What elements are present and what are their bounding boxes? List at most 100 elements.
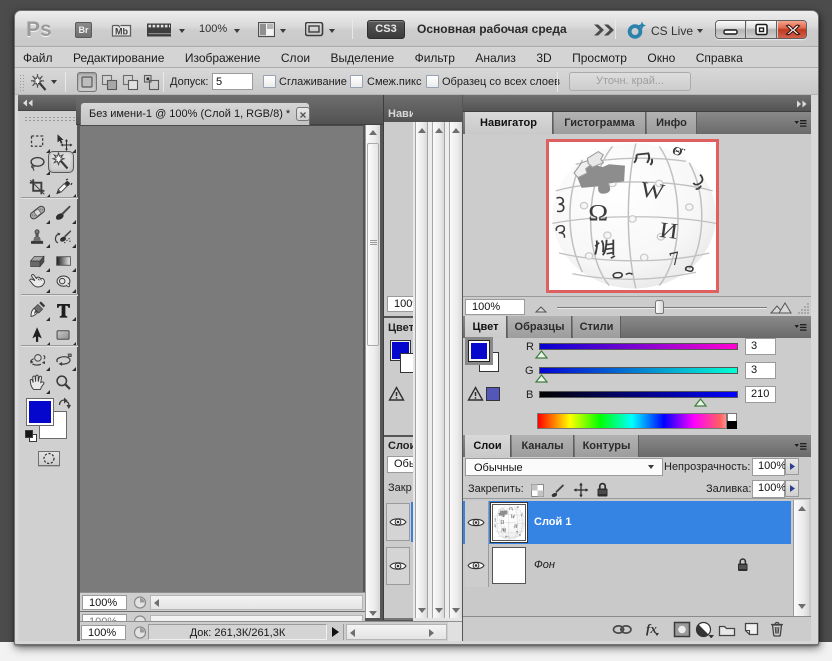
document-tab[interactable]: Без имени-1 @ 100% (Слой 1, RGB/8) *	[80, 102, 310, 125]
gamut-safe-swatch[interactable]	[486, 387, 500, 401]
tab-info[interactable]: Инфо	[647, 112, 697, 134]
color-panel-menu-icon[interactable]	[794, 323, 810, 333]
document-vertical-scrollbar[interactable]	[365, 125, 380, 618]
layer1-visibility-toggle[interactable]	[465, 501, 489, 544]
clone-stamp-tool[interactable]	[26, 226, 48, 247]
link-layers-icon[interactable]	[612, 624, 633, 635]
marquee-tool[interactable]	[26, 131, 48, 152]
ramp-black-swatch[interactable]	[727, 421, 737, 429]
menu-analysis[interactable]: Анализ	[467, 48, 524, 65]
default-colors-foreground-icon[interactable]	[25, 430, 33, 438]
layers-scroll-down-arrow[interactable]	[798, 604, 806, 609]
green-value-box[interactable]: 3	[745, 362, 776, 379]
statusbar-hscroll-right[interactable]	[429, 629, 434, 637]
ghost1-scroll-down-arrow[interactable]	[418, 608, 426, 613]
ghost-scrollbar-2[interactable]	[432, 122, 445, 618]
antialias-checkbox[interactable]	[263, 75, 276, 88]
foreground-color-swatch[interactable]	[26, 398, 54, 426]
gradient-tool[interactable]	[52, 250, 74, 271]
bridge-button[interactable]: Br	[75, 22, 92, 38]
scroll-down-arrow[interactable]	[369, 611, 377, 616]
statusbar-zoom-field[interactable]: 100%	[81, 625, 126, 640]
brush-tool[interactable]	[52, 202, 74, 223]
add-mask-icon[interactable]	[673, 621, 691, 638]
pen-tool[interactable]	[26, 299, 48, 320]
tab-color[interactable]: Цвет	[465, 316, 507, 338]
3d-rotate-tool[interactable]	[26, 349, 48, 370]
document-zoom-field[interactable]: 100%	[82, 595, 127, 610]
view-extras-icon[interactable]	[258, 22, 275, 38]
tab-channels[interactable]: Каналы	[512, 435, 574, 457]
layer-row-1[interactable]: Слой 1	[463, 501, 791, 544]
zoom-level-control[interactable]: 100%	[199, 23, 227, 35]
collapse-dock-icon[interactable]	[796, 100, 808, 108]
crop-tool[interactable]	[26, 176, 48, 197]
layer2-name[interactable]: Фон	[534, 559, 555, 571]
healing-brush-tool[interactable]	[26, 202, 48, 223]
hand-tool[interactable]	[26, 372, 48, 393]
magic-wand-tool-preset-icon[interactable]	[29, 74, 49, 93]
toolbox-header[interactable]	[18, 95, 77, 111]
tool-preset-arrow[interactable]	[51, 80, 57, 84]
ghost-scrollbar-3[interactable]	[449, 122, 462, 618]
refine-edge-button[interactable]: Уточн. край...	[569, 72, 691, 91]
path-selection-tool[interactable]	[26, 324, 48, 345]
ghost1-scroll-up-arrow[interactable]	[418, 128, 426, 133]
toolbox-grip[interactable]	[24, 116, 76, 122]
lock-transparency-icon[interactable]	[531, 484, 544, 497]
mobile-button[interactable]: Mb	[111, 22, 132, 38]
layer-style-icon[interactable]: fx	[646, 621, 657, 637]
ghost3-scroll-down-arrow[interactable]	[452, 608, 460, 613]
color-spectrum-ramp[interactable]	[537, 413, 727, 429]
collapse-toolbox-icon[interactable]	[22, 99, 34, 107]
adjustment-layer-icon[interactable]	[695, 621, 715, 638]
shape-tool[interactable]	[52, 324, 74, 345]
zoom-out-icon[interactable]	[535, 305, 548, 313]
document-hscroll-track[interactable]	[150, 595, 363, 610]
tab-layers[interactable]: Слои	[465, 435, 511, 457]
ghost-scrollbar-1[interactable]	[415, 122, 428, 618]
cs-live-label[interactable]: CS Live	[651, 24, 693, 38]
layer1-name[interactable]: Слой 1	[534, 516, 571, 528]
ghost3-scroll-up-arrow[interactable]	[452, 128, 460, 133]
opacity-spinner[interactable]	[785, 458, 799, 475]
maximize-button[interactable]	[747, 21, 777, 38]
options-grip[interactable]	[19, 74, 25, 91]
ramp-white-swatch[interactable]	[727, 413, 737, 421]
navigator-panel-menu-icon[interactable]	[794, 119, 810, 129]
red-slider-track[interactable]	[539, 343, 738, 350]
3d-orbit-tool[interactable]	[52, 349, 74, 370]
eraser-tool[interactable]	[26, 250, 48, 271]
history-brush-tool[interactable]	[52, 226, 74, 247]
layer2-thumbnail[interactable]	[492, 547, 526, 584]
delete-layer-icon[interactable]	[769, 620, 785, 638]
green-slider-thumb[interactable]	[535, 374, 548, 383]
quick-mask-button[interactable]	[38, 451, 60, 466]
lock-position-icon[interactable]	[573, 482, 589, 498]
dodge-tool[interactable]	[52, 271, 74, 292]
hscroll-left-arrow[interactable]	[154, 599, 159, 607]
magic-wand-tool-selected[interactable]	[48, 151, 74, 173]
new-layer-icon[interactable]	[743, 621, 761, 637]
cs-live-arrow[interactable]	[697, 29, 703, 33]
arrange-documents-arrow[interactable]	[179, 29, 185, 33]
close-button[interactable]	[778, 21, 807, 38]
menu-3d[interactable]: 3D	[528, 48, 559, 65]
selection-mode-add-button[interactable]	[100, 73, 119, 92]
status-popup-button[interactable]	[327, 624, 344, 640]
tab-styles[interactable]: Стили	[573, 316, 621, 338]
layer-row-2[interactable]: Фон	[463, 544, 791, 587]
new-group-icon[interactable]	[718, 622, 737, 637]
status-timer-icon[interactable]	[132, 595, 148, 610]
color-fg-swatch[interactable]	[468, 340, 490, 362]
zoom-level-arrow[interactable]	[234, 29, 240, 33]
statusbar-hscroll-left[interactable]	[350, 629, 355, 637]
navigator-zoom-slider-thumb[interactable]	[655, 300, 664, 314]
minimize-button[interactable]	[716, 21, 746, 38]
tab-histogram[interactable]: Гистограмма	[554, 112, 646, 134]
contiguous-checkbox[interactable]	[350, 75, 363, 88]
tolerance-input[interactable]	[212, 73, 253, 90]
swap-colors-icon[interactable]	[57, 397, 71, 410]
selection-mode-subtract-button[interactable]	[121, 73, 140, 92]
green-slider-track[interactable]	[539, 367, 738, 374]
